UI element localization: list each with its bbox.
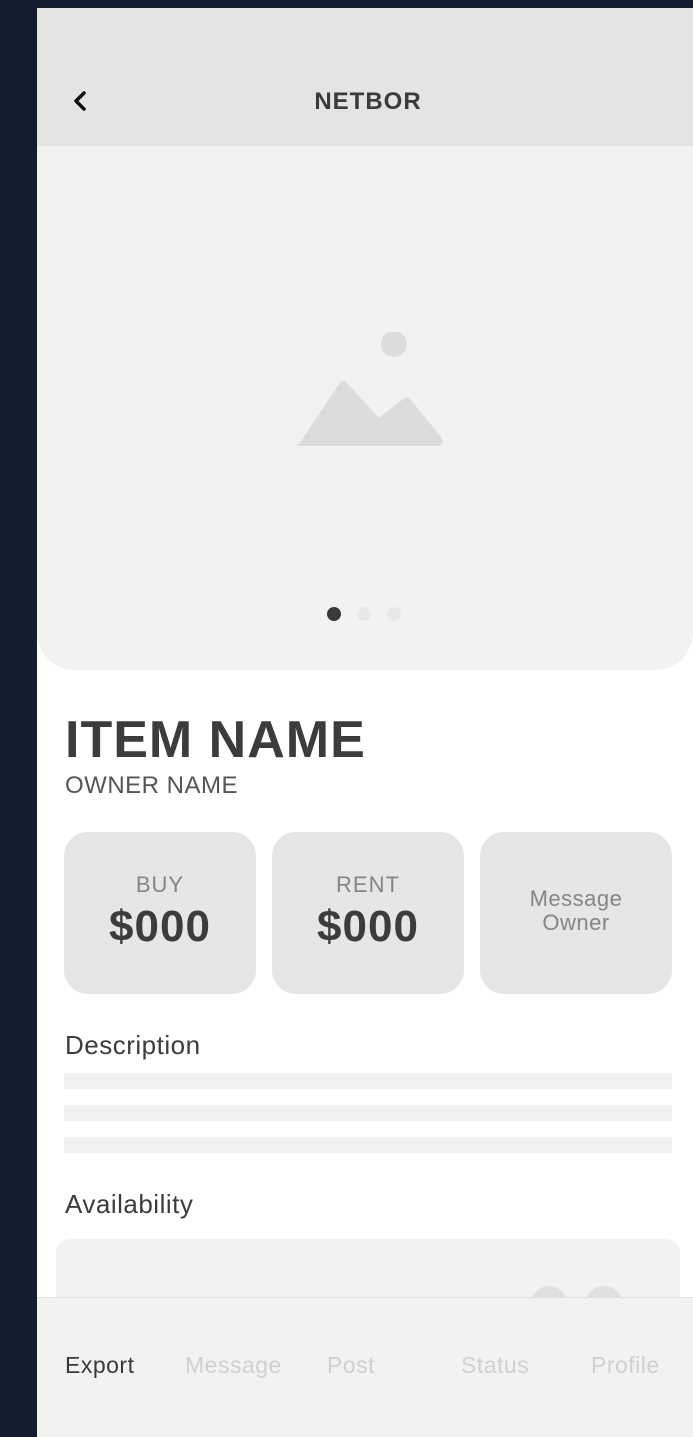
nav-export[interactable]: Export xyxy=(65,1352,134,1379)
app-title: NETBOR xyxy=(314,88,422,115)
rent-button[interactable]: RENT $000 xyxy=(272,832,464,994)
top-bar: NETBOR xyxy=(37,8,693,146)
carousel-dots xyxy=(327,607,401,621)
nav-post[interactable]: Post xyxy=(327,1352,375,1379)
rent-label: RENT xyxy=(336,872,400,897)
description-line xyxy=(64,1073,672,1089)
buy-price: $000 xyxy=(109,902,211,951)
message-owner-label: Message Owner xyxy=(529,886,623,935)
description-line xyxy=(64,1137,672,1153)
message-owner-button[interactable]: Message Owner xyxy=(480,832,672,994)
phone-screen: NETBOR ITEM NAME OWNER NAME BUY $000 REN… xyxy=(37,8,693,1437)
bottom-nav: Export Message Post Status Profile xyxy=(37,1297,693,1437)
description-line xyxy=(64,1105,672,1121)
carousel-dot[interactable] xyxy=(387,607,401,621)
availability-heading: Availability xyxy=(65,1189,194,1219)
nav-message[interactable]: Message xyxy=(185,1352,282,1379)
description-heading: Description xyxy=(65,1030,201,1060)
nav-status[interactable]: Status xyxy=(461,1352,529,1379)
carousel-dot[interactable] xyxy=(327,607,341,621)
image-placeholder-icon xyxy=(296,332,443,446)
buy-label: BUY xyxy=(135,872,185,897)
carousel-dot[interactable] xyxy=(357,607,371,621)
rent-price: $000 xyxy=(317,902,419,951)
item-name: ITEM NAME xyxy=(65,711,366,769)
buy-button[interactable]: BUY $000 xyxy=(64,832,256,994)
image-carousel[interactable] xyxy=(37,146,693,670)
nav-profile[interactable]: Profile xyxy=(591,1352,660,1379)
owner-name: OWNER NAME xyxy=(65,772,238,799)
